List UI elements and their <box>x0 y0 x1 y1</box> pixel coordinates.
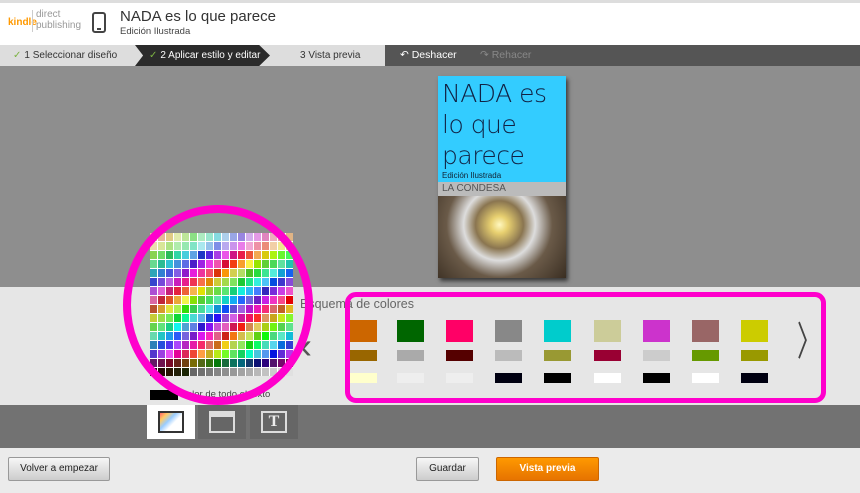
redo-label: Rehacer <box>491 49 532 61</box>
logo-direct-publishing: direct publishing <box>36 9 81 31</box>
step-label: 1 Seleccionar diseño <box>24 50 118 61</box>
redo-icon: ↷ <box>480 49 492 61</box>
save-button[interactable]: Guardar <box>416 457 479 481</box>
tool-bar <box>0 405 860 448</box>
step-select-design[interactable]: ✓ 1 Seleccionar diseño <box>0 45 135 66</box>
paint-roller-icon <box>158 411 184 433</box>
step-apply-style[interactable]: ✓ 2 Aplicar estilo y editar <box>135 45 270 66</box>
restart-button[interactable]: Volver a empezar <box>8 457 110 481</box>
tab-text[interactable]: T <box>250 405 298 439</box>
cover-image <box>438 196 566 278</box>
layout-icon <box>209 411 235 433</box>
preview-button[interactable]: Vista previa <box>496 457 599 481</box>
highlight-rectangle <box>345 292 826 403</box>
cover-title: NADA es lo que parece <box>442 79 547 170</box>
check-icon: ✓ <box>149 50 158 61</box>
book-subtitle: Edición Ilustrada <box>120 26 191 37</box>
preview-stage <box>0 66 860 287</box>
undo-button[interactable]: ↶ Deshacer <box>400 45 457 66</box>
step-label: 2 Aplicar estilo y editar <box>160 50 261 61</box>
tab-layout[interactable] <box>198 405 246 439</box>
logo-text: publishing <box>36 20 82 31</box>
undo-icon: ↶ <box>400 49 412 61</box>
cover-author: LA CONDESA <box>438 182 566 196</box>
tablet-icon <box>92 12 106 33</box>
logo-text: direct <box>36 9 61 20</box>
step-label: 3 Vista previa <box>300 50 361 61</box>
highlight-circle <box>123 205 313 405</box>
check-icon: ✓ <box>13 50 22 61</box>
undo-label: Deshacer <box>411 49 457 61</box>
cover-edition: Edición Ilustrada <box>442 171 502 180</box>
tab-colors[interactable] <box>147 405 195 439</box>
book-cover: NADA es lo que parece Edición Ilustrada … <box>438 76 566 278</box>
text-icon: T <box>261 411 287 433</box>
logo-divider <box>32 10 33 32</box>
redo-button[interactable]: ↷ Rehacer <box>480 45 531 66</box>
step-preview[interactable]: 3 Vista previa <box>270 45 385 66</box>
book-title: NADA es lo que parece <box>120 8 276 25</box>
